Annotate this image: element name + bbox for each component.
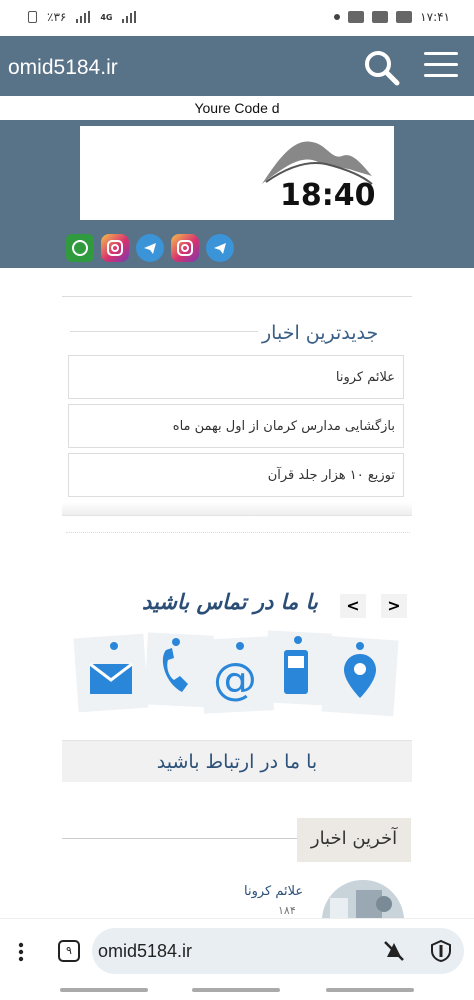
status-time: ۱۷:۴۱ (420, 10, 450, 24)
whatsapp-icon[interactable] (66, 234, 94, 262)
news-item[interactable]: علائم کرونا (68, 355, 404, 399)
tabs-button[interactable]: ۹ (58, 940, 80, 962)
section-footer (62, 502, 412, 516)
system-nav-bar (0, 988, 474, 994)
section-title-rule (70, 331, 258, 332)
slider-prev-button[interactable]: < (340, 594, 366, 618)
battery-level: ٪۳۶ (47, 10, 67, 24)
instagram-icon-2[interactable] (171, 234, 199, 262)
clock-time: 18:40 (280, 178, 376, 213)
url-bar[interactable]: omid5184.ir (92, 928, 464, 974)
dotted-divider (66, 532, 410, 533)
last-news-rule (62, 838, 298, 839)
menu-icon-line (424, 74, 458, 77)
search-icon (365, 51, 400, 86)
latest-news-heading: جدیدترین اخبار (262, 322, 379, 344)
message-icon (348, 11, 365, 23)
news-item-title: بازگشایی مدارس کرمان از اول بهمن ماه (172, 419, 395, 434)
shield-icon (431, 939, 451, 963)
more-options-icon[interactable] (14, 942, 28, 962)
menu-button[interactable] (424, 52, 458, 78)
menu-icon-line (424, 63, 458, 66)
signal-icon-2 (122, 11, 137, 23)
network-type: 4G (100, 12, 113, 22)
status-left: ٪۳۶ 4G (28, 10, 137, 24)
no-sync-icon (384, 941, 404, 961)
menu-icon-line (424, 52, 458, 55)
divider (62, 296, 412, 297)
status-right: ۱۷:۴۱ (334, 10, 450, 24)
telegram-icon-2[interactable] (206, 234, 234, 262)
instagram-icon[interactable] (101, 234, 129, 262)
last-news-heading: آخرین اخبار (310, 828, 398, 849)
last-news-tab: آخرین اخبار (297, 818, 411, 862)
news-item[interactable]: توزیع ۱۰ هزار جلد قرآن (68, 453, 404, 497)
code-line: Youre Code d (194, 100, 280, 116)
svg-text:@: @ (213, 654, 257, 705)
last-news-item-sub: ۱۸۴ (278, 904, 296, 917)
mail-icon-2 (396, 11, 413, 23)
status-bar: ٪۳۶ 4G ۱۷:۴۱ (0, 0, 474, 36)
contact-banner-text: با ما در تماس باشید (142, 590, 318, 614)
url-text: omid5184.ir (98, 941, 193, 961)
nav-pill (192, 988, 280, 992)
nav-pill (326, 988, 414, 992)
news-item-title: علائم کرونا (335, 370, 395, 385)
connect-box[interactable]: با ما در ارتباط باشید (62, 740, 412, 782)
news-item-title: توزیع ۱۰ هزار جلد قرآن (267, 468, 395, 483)
news-item[interactable]: بازگشایی مدارس کرمان از اول بهمن ماه (68, 404, 404, 448)
search-button[interactable] (362, 48, 402, 88)
notification-dot-icon (334, 14, 341, 20)
telegram-icon[interactable] (136, 234, 164, 262)
signal-icon (76, 11, 91, 23)
site-title[interactable]: omid5184.ir (8, 56, 118, 80)
nav-pill (60, 988, 148, 992)
slider-next-button[interactable]: > (381, 594, 407, 618)
mail-icon (372, 11, 389, 23)
last-news-item-title[interactable]: علائم کرونا (244, 884, 303, 899)
social-links (66, 234, 234, 262)
battery-icon (28, 11, 37, 23)
connect-text: با ما در ارتباط باشید (156, 751, 318, 773)
